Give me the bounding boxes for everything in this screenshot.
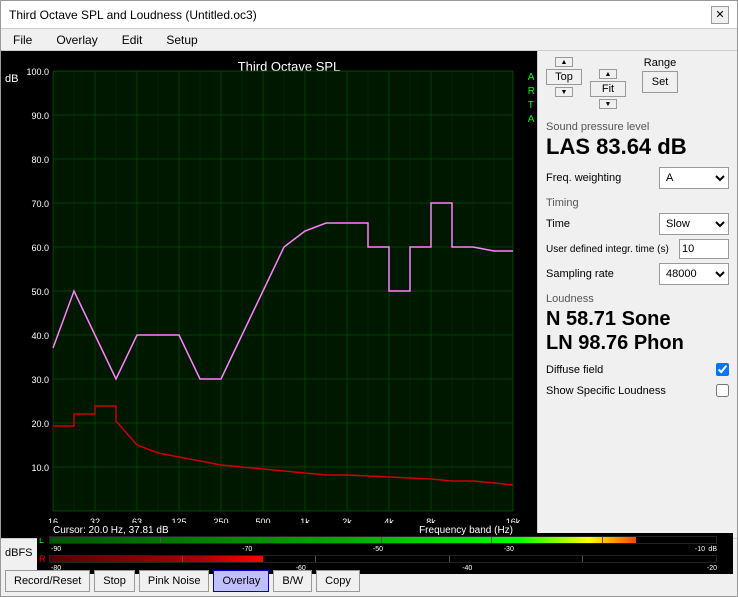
main-content: Third Octave SPL A R T A dB — [1, 51, 737, 538]
diffuse-field-checkbox[interactable] — [716, 363, 729, 376]
svg-text:60.0: 60.0 — [31, 243, 49, 253]
bottom-bar: dBFS L — [1, 538, 737, 596]
svg-text:32: 32 — [90, 517, 100, 523]
timing-section: Timing Time Slow Fast Impulse User defin… — [546, 197, 729, 285]
svg-text:10.0: 10.0 — [31, 463, 49, 473]
bw-btn[interactable]: B/W — [273, 570, 312, 592]
svg-text:8k: 8k — [426, 517, 436, 523]
svg-text:63: 63 — [132, 517, 142, 523]
svg-text:500: 500 — [255, 517, 270, 523]
svg-text:100.0: 100.0 — [26, 67, 49, 77]
chart-svg: 100.0 90.0 80.0 70.0 60.0 50.0 40.0 30.0… — [1, 51, 537, 523]
svg-text:4k: 4k — [384, 517, 394, 523]
l-meter-bar-container — [49, 536, 717, 544]
freq-weighting-select[interactable]: A B C Z — [659, 167, 729, 189]
top-up-btn[interactable]: ▲ — [555, 57, 573, 67]
top-label[interactable]: Top — [546, 69, 582, 85]
time-select[interactable]: Slow Fast Impulse — [659, 213, 729, 235]
menu-bar: File Overlay Edit Setup — [1, 29, 737, 51]
menu-file[interactable]: File — [9, 32, 36, 48]
r-meter-bar-container — [49, 555, 717, 563]
time-label: Time — [546, 218, 659, 230]
diffuse-field-row: Diffuse field — [546, 363, 729, 376]
user-integr-label: User defined integr. time (s) — [546, 244, 679, 255]
user-integr-input[interactable] — [679, 239, 729, 259]
spl-value: LAS 83.64 dB — [546, 135, 729, 159]
spl-section: Sound pressure level LAS 83.64 dB — [546, 121, 729, 159]
time-row: Time Slow Fast Impulse — [546, 213, 729, 235]
svg-text:16: 16 — [48, 517, 58, 523]
svg-text:50.0: 50.0 — [31, 287, 49, 297]
chart-container: Third Octave SPL A R T A dB — [1, 51, 537, 538]
l-tick-labels: -90 -70 -50 -30 -10 dB — [51, 546, 717, 553]
right-panel: ▲ Top ▼ ▲ Fit ▼ Range Set Sound pressure… — [537, 51, 737, 538]
sampling-rate-row: Sampling rate 44100 48000 96000 — [546, 263, 729, 285]
l-meter-fill — [50, 537, 636, 543]
svg-text:20.0: 20.0 — [31, 419, 49, 429]
level-meter-row: dBFS L — [1, 539, 737, 567]
record-reset-btn[interactable]: Record/Reset — [5, 570, 90, 592]
svg-text:70.0: 70.0 — [31, 199, 49, 209]
close-button[interactable]: ✕ — [711, 6, 729, 24]
set-btn[interactable]: Set — [642, 71, 678, 93]
bottom-buttons-row: Record/Reset Stop Pink Noise Overlay B/W… — [1, 567, 737, 595]
freq-weighting-row: Freq. weighting A B C Z — [546, 167, 729, 189]
show-specific-label: Show Specific Loudness — [546, 385, 712, 397]
timing-label: Timing — [546, 197, 729, 209]
cursor-info: Cursor: 20.0 Hz, 37.81 dB — [53, 525, 169, 536]
l-meter-row: L — [39, 535, 731, 545]
svg-text:16k: 16k — [506, 517, 521, 523]
r-label: R — [39, 554, 47, 564]
r-meter-fill — [50, 556, 263, 562]
menu-edit[interactable]: Edit — [118, 32, 147, 48]
show-specific-row: Show Specific Loudness — [546, 384, 729, 397]
copy-btn[interactable]: Copy — [316, 570, 360, 592]
fit-label[interactable]: Fit — [590, 81, 626, 97]
range-label: Range — [644, 57, 676, 69]
diffuse-field-label: Diffuse field — [546, 364, 712, 376]
svg-text:80.0: 80.0 — [31, 155, 49, 165]
menu-setup[interactable]: Setup — [162, 32, 201, 48]
overlay-btn[interactable]: Overlay — [213, 570, 269, 592]
stop-btn[interactable]: Stop — [94, 570, 135, 592]
sampling-rate-label: Sampling rate — [546, 268, 659, 280]
top-down-btn[interactable]: ▼ — [555, 87, 573, 97]
loudness-label: Loudness — [546, 293, 729, 305]
sampling-rate-select[interactable]: 44100 48000 96000 — [659, 263, 729, 285]
svg-text:125: 125 — [171, 517, 186, 523]
r-meter-row: R — [39, 554, 731, 564]
show-specific-checkbox[interactable] — [716, 384, 729, 397]
dbfs-label: dBFS — [5, 547, 33, 559]
fit-down-btn[interactable]: ▼ — [599, 99, 617, 109]
main-window: Third Octave SPL and Loudness (Untitled.… — [0, 0, 738, 597]
fit-up-btn[interactable]: ▲ — [599, 69, 617, 79]
window-title: Third Octave SPL and Loudness (Untitled.… — [9, 8, 257, 22]
pink-noise-btn[interactable]: Pink Noise — [139, 570, 210, 592]
loudness-ln-value: LN 98.76 Phon — [546, 331, 729, 355]
freq-band-label: Frequency band (Hz) — [419, 525, 513, 536]
svg-text:2k: 2k — [342, 517, 352, 523]
user-integr-row: User defined integr. time (s) — [546, 239, 729, 259]
loudness-section: Loudness N 58.71 Sone LN 98.76 Phon — [546, 293, 729, 355]
svg-text:90.0: 90.0 — [31, 111, 49, 121]
top-controls: ▲ Top ▼ ▲ Fit ▼ Range Set — [546, 57, 729, 109]
svg-text:250: 250 — [213, 517, 228, 523]
svg-text:1k: 1k — [300, 517, 310, 523]
loudness-n-value: N 58.71 Sone — [546, 307, 729, 331]
svg-text:30.0: 30.0 — [31, 375, 49, 385]
freq-weighting-label: Freq. weighting — [546, 172, 621, 184]
svg-text:40.0: 40.0 — [31, 331, 49, 341]
spl-section-label: Sound pressure level — [546, 121, 729, 133]
title-bar: Third Octave SPL and Loudness (Untitled.… — [1, 1, 737, 29]
menu-overlay[interactable]: Overlay — [52, 32, 101, 48]
